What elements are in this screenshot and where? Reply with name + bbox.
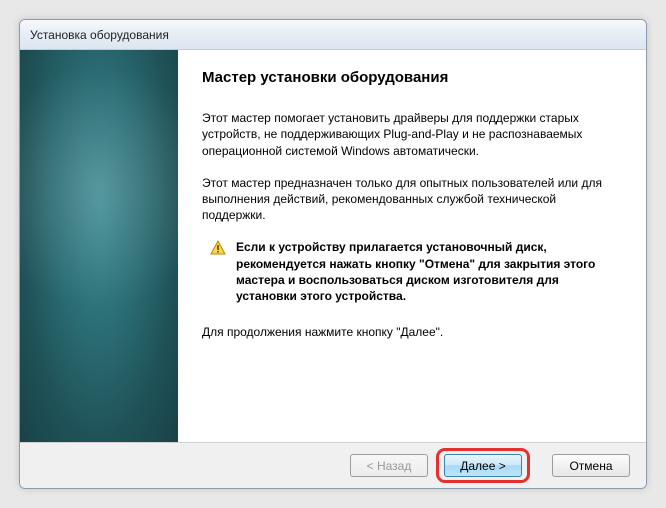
wizard-intro-2: Этот мастер предназначен только для опыт… xyxy=(202,175,618,224)
next-button[interactable]: Далее > xyxy=(444,454,522,477)
titlebar[interactable]: Установка оборудования xyxy=(20,20,646,50)
cancel-button[interactable]: Отмена xyxy=(552,454,630,477)
wizard-window: Установка оборудования Мастер установки … xyxy=(19,19,647,489)
window-title: Установка оборудования xyxy=(30,28,169,42)
warning-icon xyxy=(210,240,226,256)
wizard-warning-text: Если к устройству прилагается установочн… xyxy=(236,239,618,304)
wizard-warning-row: Если к устройству прилагается установочн… xyxy=(210,239,618,304)
wizard-content: Мастер установки оборудования Этот масте… xyxy=(20,50,646,442)
wizard-heading: Мастер установки оборудования xyxy=(202,68,618,88)
wizard-intro-1: Этот мастер помогает установить драйверы… xyxy=(202,110,618,159)
wizard-side-graphic xyxy=(20,50,178,442)
back-button: < Назад xyxy=(350,454,428,477)
next-button-highlight: Далее > xyxy=(436,448,530,483)
wizard-footer: < Назад Далее > Отмена xyxy=(20,442,646,488)
wizard-continue-hint: Для продолжения нажмите кнопку "Далее". xyxy=(202,324,618,340)
wizard-main: Мастер установки оборудования Этот масте… xyxy=(178,50,646,442)
